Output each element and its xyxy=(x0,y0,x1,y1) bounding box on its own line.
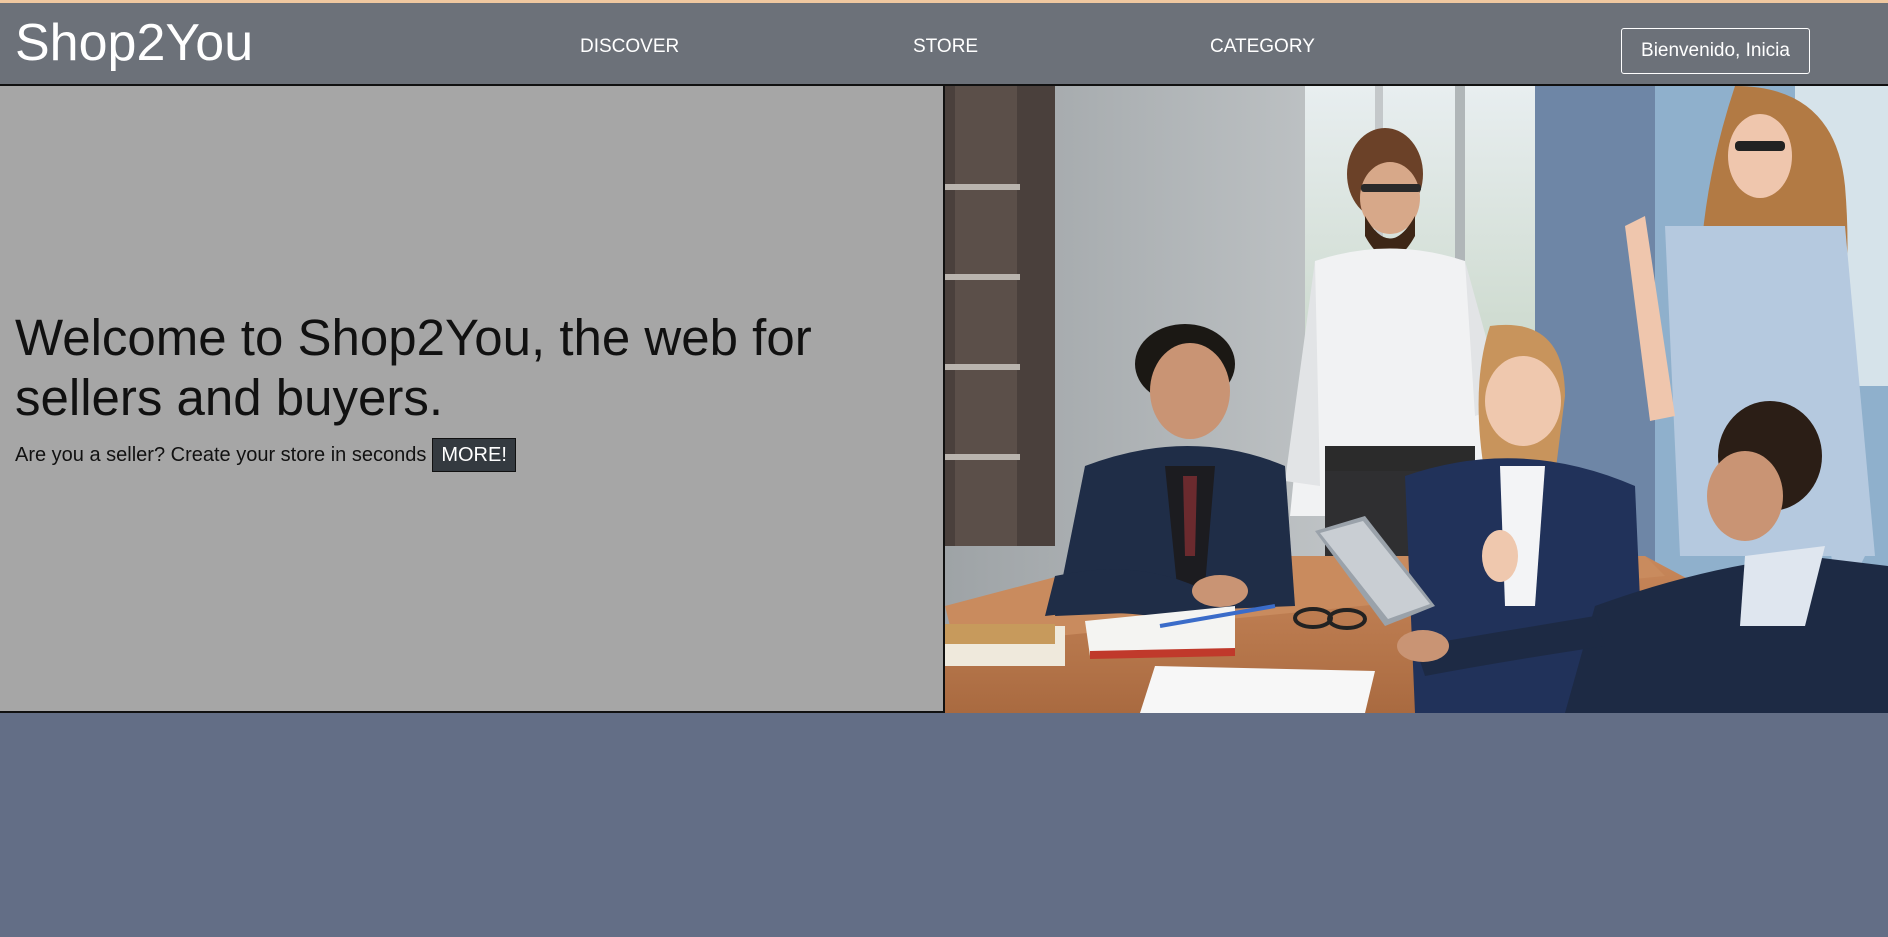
more-button[interactable]: MORE! xyxy=(432,438,516,472)
hero-photo-illustration xyxy=(945,86,1888,713)
hero-text-panel: Welcome to Shop2You, the web for sellers… xyxy=(0,86,945,713)
nav-link-discover[interactable]: DISCOVER xyxy=(580,37,679,56)
hero-section: Welcome to Shop2You, the web for sellers… xyxy=(0,86,1888,713)
login-button[interactable]: Bienvenido, Inicia Sesion xyxy=(1621,28,1810,105)
hero-title: Welcome to Shop2You, the web for sellers… xyxy=(15,309,812,426)
brand-logo[interactable]: Shop2You xyxy=(15,17,253,69)
navbar: Shop2You DISCOVER STORE CATEGORY Bienven… xyxy=(0,3,1888,105)
business-team-meeting-photo xyxy=(945,86,1888,713)
hero-subtitle: Are you a seller? Create your store in s… xyxy=(15,443,427,466)
nav-link-category[interactable]: CATEGORY xyxy=(1210,37,1315,56)
hero-cta-row: Are you a seller? Create your store in s… xyxy=(15,436,516,474)
nav-link-store[interactable]: STORE xyxy=(913,37,978,56)
